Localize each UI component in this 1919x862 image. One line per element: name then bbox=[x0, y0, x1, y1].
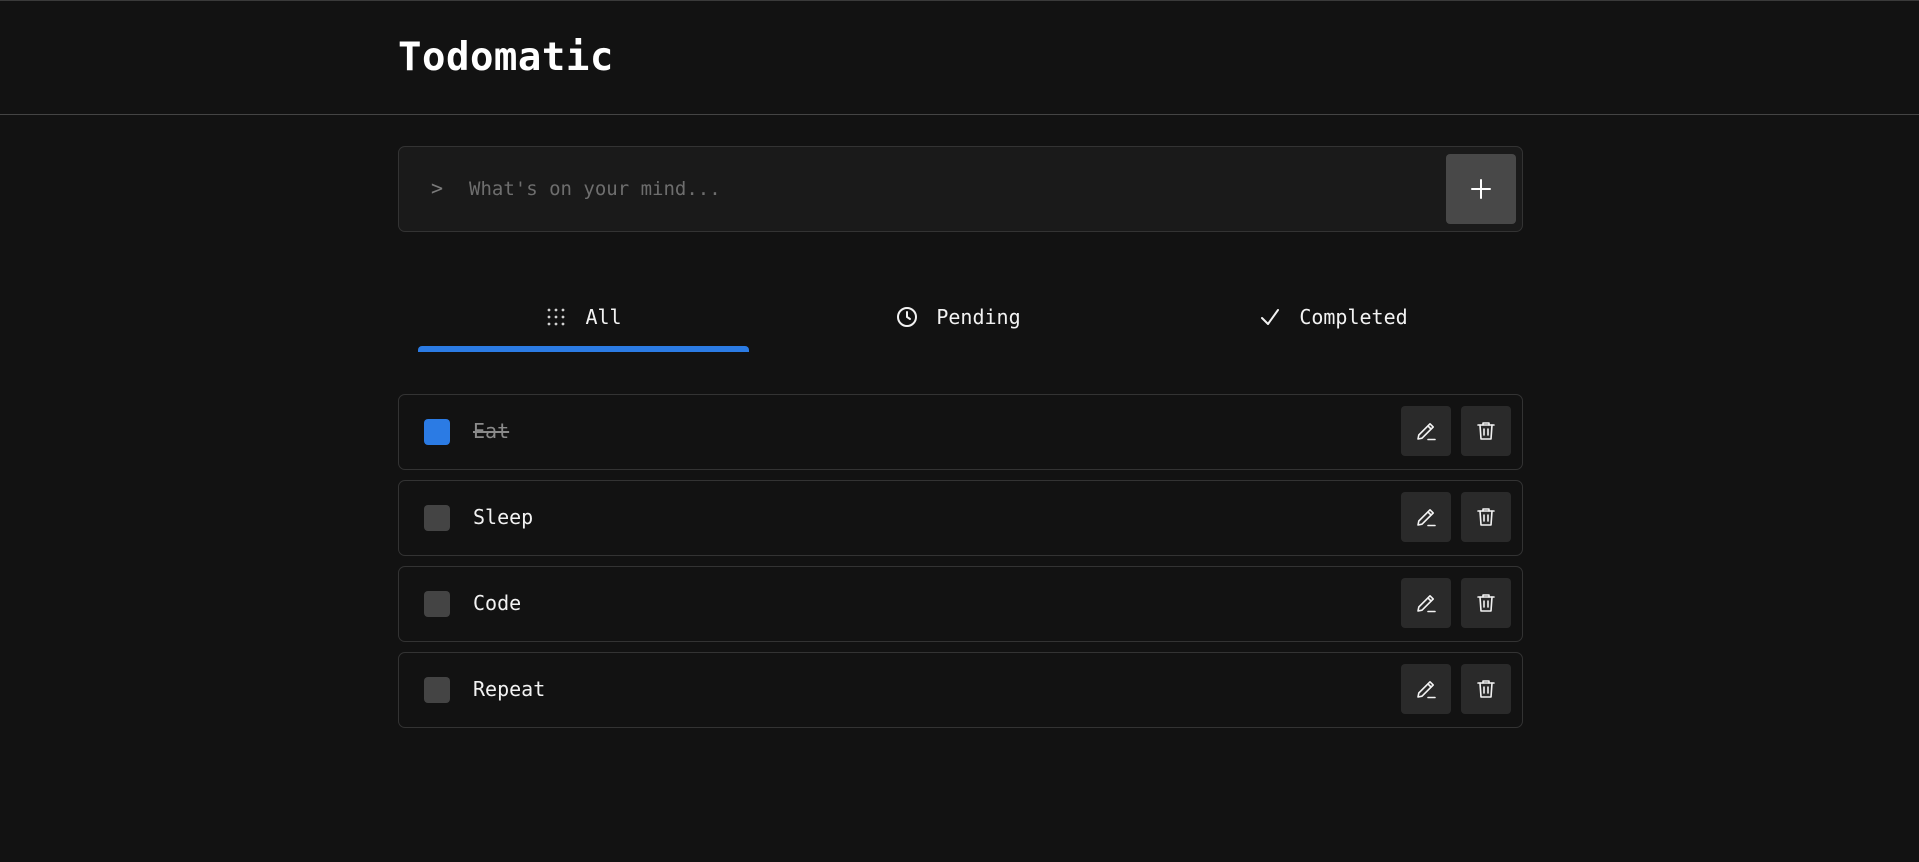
app-title: Todomatic bbox=[398, 35, 614, 80]
tab-all-label: All bbox=[585, 305, 622, 329]
clock-icon bbox=[896, 306, 918, 328]
trash-icon bbox=[1475, 420, 1497, 442]
todo-text: Repeat bbox=[473, 677, 546, 701]
pencil-icon bbox=[1415, 592, 1437, 614]
todo-checkbox[interactable] bbox=[424, 419, 450, 445]
delete-button[interactable] bbox=[1461, 492, 1511, 542]
edit-button[interactable] bbox=[1401, 664, 1451, 714]
delete-button[interactable] bbox=[1461, 664, 1511, 714]
todo-text: Code bbox=[473, 591, 522, 615]
tab-all[interactable]: All bbox=[418, 282, 749, 352]
prompt-glyph: > bbox=[431, 176, 444, 200]
tab-completed-label: Completed bbox=[1299, 305, 1408, 329]
plus-icon bbox=[1470, 178, 1492, 200]
active-tab-indicator bbox=[418, 346, 749, 352]
tab-completed[interactable]: Completed bbox=[1168, 282, 1499, 352]
pencil-icon bbox=[1415, 420, 1437, 442]
add-todo-form: > bbox=[398, 146, 1523, 232]
checkmark-icon bbox=[1259, 306, 1281, 328]
todo-checkbox[interactable] bbox=[424, 591, 450, 617]
todo-item: Sleep bbox=[398, 480, 1523, 556]
pencil-icon bbox=[1415, 506, 1437, 528]
trash-icon bbox=[1475, 506, 1497, 528]
tab-pending-label: Pending bbox=[936, 305, 1021, 329]
todo-item: Eat bbox=[398, 394, 1523, 470]
edit-button[interactable] bbox=[1401, 492, 1451, 542]
todo-item: Code bbox=[398, 566, 1523, 642]
todo-list: Eat Sleep Code Repeat bbox=[398, 394, 1523, 738]
edit-button[interactable] bbox=[1401, 406, 1451, 456]
delete-button[interactable] bbox=[1461, 406, 1511, 456]
new-todo-input[interactable] bbox=[467, 163, 1427, 215]
edit-button[interactable] bbox=[1401, 578, 1451, 628]
delete-button[interactable] bbox=[1461, 578, 1511, 628]
trash-icon bbox=[1475, 678, 1497, 700]
todo-item: Repeat bbox=[398, 652, 1523, 728]
todo-checkbox[interactable] bbox=[424, 505, 450, 531]
tab-pending[interactable]: Pending bbox=[793, 282, 1124, 352]
todo-checkbox[interactable] bbox=[424, 677, 450, 703]
add-todo-button[interactable] bbox=[1446, 154, 1516, 224]
todo-text: Sleep bbox=[473, 505, 534, 529]
todo-text: Eat bbox=[473, 419, 510, 443]
pencil-icon bbox=[1415, 678, 1437, 700]
trash-icon bbox=[1475, 592, 1497, 614]
grid-dots-icon bbox=[545, 306, 567, 328]
app-header: Todomatic bbox=[0, 0, 1919, 115]
filter-tabs: All Pending Completed bbox=[398, 282, 1523, 352]
